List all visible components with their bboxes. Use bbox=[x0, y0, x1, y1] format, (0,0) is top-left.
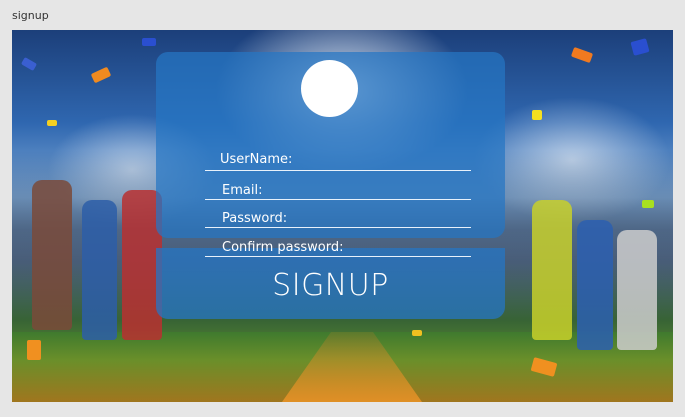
username-label: UserName: bbox=[220, 152, 293, 167]
window-title: signup bbox=[12, 9, 49, 22]
athlete-figure bbox=[82, 200, 117, 340]
avatar[interactable] bbox=[301, 60, 358, 117]
athlete-figure bbox=[532, 200, 572, 340]
window-titlebar: signup bbox=[0, 0, 685, 30]
confetti bbox=[570, 46, 594, 64]
athlete-figure bbox=[617, 230, 657, 350]
confetti bbox=[630, 38, 650, 56]
confetti bbox=[142, 38, 156, 46]
confetti bbox=[412, 330, 422, 336]
confirm-password-label: Confirm password: bbox=[222, 240, 344, 255]
confetti bbox=[20, 57, 38, 71]
confetti bbox=[642, 200, 654, 208]
email-field[interactable] bbox=[205, 199, 471, 200]
confetti bbox=[90, 66, 112, 84]
password-field[interactable] bbox=[205, 227, 471, 228]
athlete-figure bbox=[577, 220, 613, 350]
confetti bbox=[47, 120, 57, 126]
confetti bbox=[532, 110, 542, 120]
confirm-password-field[interactable] bbox=[205, 256, 471, 257]
athlete-figure bbox=[32, 180, 72, 330]
email-label: Email: bbox=[222, 183, 263, 198]
username-field[interactable] bbox=[205, 170, 471, 171]
password-label: Password: bbox=[222, 211, 288, 226]
confetti bbox=[27, 340, 41, 360]
signup-button[interactable]: SIGNUP bbox=[156, 260, 505, 310]
